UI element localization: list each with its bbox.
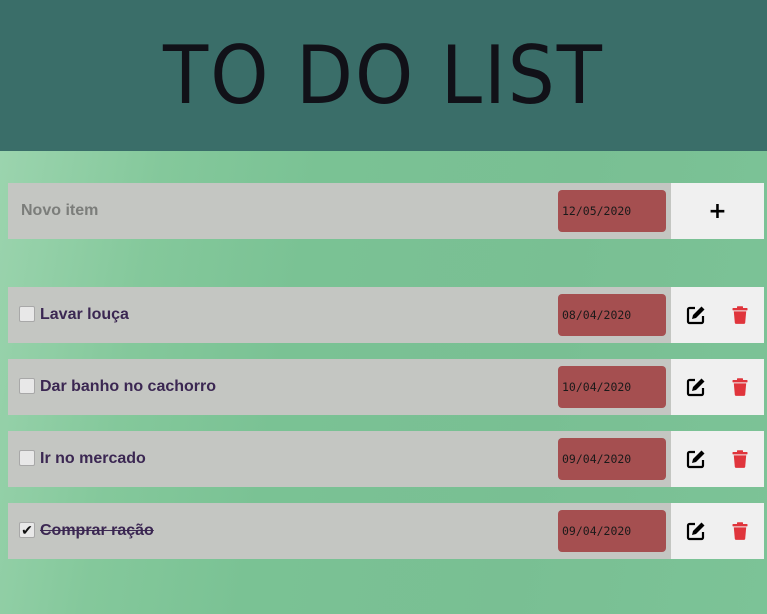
edit-icon xyxy=(686,522,704,541)
edit-icon xyxy=(686,306,704,325)
todo-checkbox[interactable] xyxy=(19,450,35,466)
todo-date-input[interactable]: 08/04/2020 xyxy=(558,294,666,336)
todo-item-label: Ir no mercado xyxy=(40,450,146,467)
new-item-date-input[interactable]: 12/05/2020 xyxy=(558,190,666,232)
new-item-panel: 12/05/2020 xyxy=(8,183,671,239)
todo-item-label: Dar banho no cachorro xyxy=(40,378,217,395)
edit-icon xyxy=(686,450,704,469)
todo-date-input[interactable]: 09/04/2020 xyxy=(558,438,666,480)
trash-icon xyxy=(732,522,747,540)
add-item-button[interactable]: + xyxy=(671,183,764,239)
todo-item: Ir no mercado 09/04/2020 xyxy=(8,431,764,487)
todo-item-actions xyxy=(671,431,764,487)
todo-item-panel: Ir no mercado 09/04/2020 xyxy=(8,431,671,487)
trash-icon xyxy=(732,378,747,396)
new-item-row: 12/05/2020 + xyxy=(8,183,764,239)
todo-checkbox[interactable] xyxy=(19,306,35,322)
todo-date-input[interactable]: 10/04/2020 xyxy=(558,366,666,408)
todo-item-panel: Lavar louça 08/04/2020 xyxy=(8,287,671,343)
new-item-input[interactable] xyxy=(21,183,541,239)
trash-icon xyxy=(732,450,747,468)
edit-button[interactable] xyxy=(674,359,718,415)
trash-icon xyxy=(732,306,747,324)
edit-icon xyxy=(686,378,704,397)
todo-item: Lavar louça 08/04/2020 xyxy=(8,287,764,343)
todo-item-panel: Dar banho no cachorro 10/04/2020 xyxy=(8,359,671,415)
delete-button[interactable] xyxy=(718,287,762,343)
edit-button[interactable] xyxy=(674,431,718,487)
todo-item-actions xyxy=(671,359,764,415)
page-title: TO DO LIST xyxy=(163,29,604,122)
delete-button[interactable] xyxy=(718,431,762,487)
todo-item-actions xyxy=(671,503,764,559)
todo-item: ✔ Comprar ração 09/04/2020 xyxy=(8,503,764,559)
todo-item-label: Lavar louça xyxy=(40,306,129,323)
todo-checkbox[interactable] xyxy=(19,378,35,394)
todo-item-actions xyxy=(671,287,764,343)
new-item-actions: + xyxy=(671,183,764,239)
todo-checkbox-checked[interactable]: ✔ xyxy=(19,522,35,538)
edit-button[interactable] xyxy=(674,503,718,559)
delete-button[interactable] xyxy=(718,503,762,559)
todo-item-panel: ✔ Comprar ração 09/04/2020 xyxy=(8,503,671,559)
page-header: TO DO LIST xyxy=(0,0,767,151)
todo-item: Dar banho no cachorro 10/04/2020 xyxy=(8,359,764,415)
edit-button[interactable] xyxy=(674,287,718,343)
todo-date-input[interactable]: 09/04/2020 xyxy=(558,510,666,552)
todo-item-label: Comprar ração xyxy=(40,522,154,539)
delete-button[interactable] xyxy=(718,359,762,415)
